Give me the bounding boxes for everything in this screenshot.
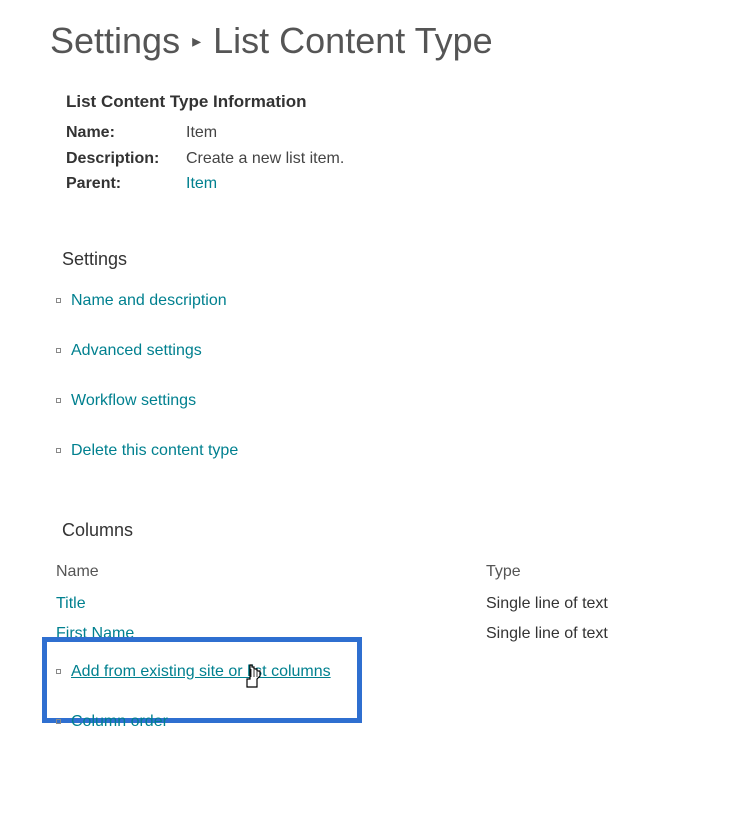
columns-header-name: Name [56,563,486,581]
column-type: Single line of text [486,595,682,613]
caret-right-icon: ▸ [192,31,201,52]
bullet-icon [56,719,61,724]
column-actions: Add from existing site or list columns C… [56,663,682,731]
settings-link-label: Name and description [71,292,227,310]
breadcrumb: Settings ▸ List Content Type [50,20,682,62]
column-row: Title Single line of text [56,595,682,613]
settings-link-advanced[interactable]: Advanced settings [56,342,682,360]
bullet-icon [56,348,61,353]
bullet-icon [56,398,61,403]
info-row-name: Name: Item [66,120,682,146]
action-column-order[interactable]: Column order [56,713,682,731]
settings-section: Settings Name and description Advanced s… [56,249,682,460]
info-row-parent: Parent: Item [66,171,682,197]
breadcrumb-root[interactable]: Settings [50,20,180,62]
content-type-info: List Content Type Information Name: Item… [66,92,682,197]
column-type: Single line of text [486,625,682,643]
info-label-name: Name: [66,120,186,146]
info-row-description: Description: Create a new list item. [66,146,682,172]
settings-link-label: Delete this content type [71,442,238,460]
action-link-label: Column order [71,713,168,731]
settings-link-label: Workflow settings [71,392,196,410]
bullet-icon [56,298,61,303]
info-value-parent-link[interactable]: Item [186,171,217,197]
bullet-icon [56,669,61,674]
info-label-parent: Parent: [66,171,186,197]
columns-header-row: Name Type [56,563,682,581]
info-value-name: Item [186,120,217,146]
settings-heading: Settings [62,249,682,270]
action-link-label: Add from existing site or list columns [71,663,331,681]
columns-heading: Columns [62,520,682,541]
settings-link-workflow[interactable]: Workflow settings [56,392,682,410]
columns-section: Columns Name Type Title Single line of t… [56,520,682,731]
settings-link-name-description[interactable]: Name and description [56,292,682,310]
column-name-link[interactable]: Title [56,595,486,613]
column-row: First Name Single line of text [56,625,682,643]
bullet-icon [56,448,61,453]
action-add-existing[interactable]: Add from existing site or list columns [56,663,682,681]
info-value-description: Create a new list item. [186,146,344,172]
column-name-link[interactable]: First Name [56,625,486,643]
breadcrumb-current: List Content Type [213,20,493,62]
settings-link-label: Advanced settings [71,342,202,360]
settings-link-delete[interactable]: Delete this content type [56,442,682,460]
columns-header-type: Type [486,563,682,581]
info-heading: List Content Type Information [66,92,682,112]
info-label-description: Description: [66,146,186,172]
